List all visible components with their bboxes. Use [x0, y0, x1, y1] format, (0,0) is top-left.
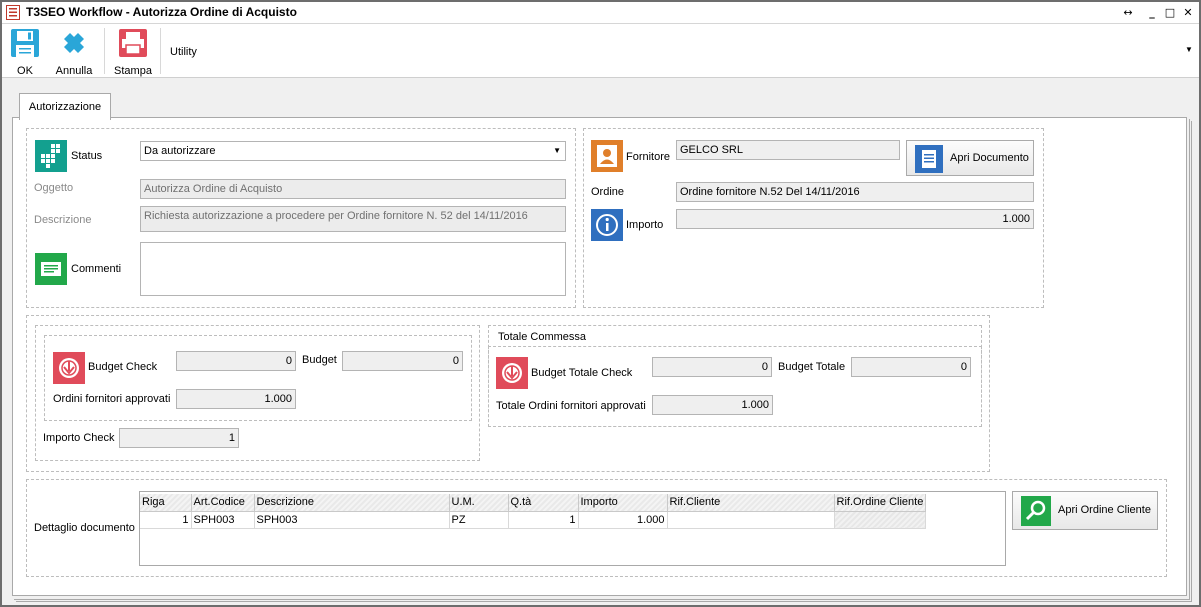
window-title: T3SEO Workflow - Autorizza Ordine di Acq… [26, 5, 297, 19]
column-header[interactable]: U.M. [449, 494, 509, 512]
column-header[interactable]: Rif.Ordine Cliente [834, 494, 927, 512]
budget-totale-check-icon [496, 357, 528, 389]
restore-size-icon[interactable]: ↔ [1120, 5, 1136, 21]
status-grid-icon [35, 140, 67, 172]
status-label: Status [71, 150, 103, 162]
app-icon [6, 5, 20, 20]
budget-check-label: Budget Check [88, 361, 158, 373]
budget-totale-check-field[interactable]: 0 [652, 357, 772, 377]
budget-totale-check-label: Budget Totale Check [531, 367, 633, 379]
cancel-x-icon [64, 33, 84, 53]
annulla-label: Annulla [55, 65, 93, 77]
oggetto-field[interactable]: Autorizza Ordine di Acquisto [140, 179, 566, 199]
save-icon [11, 29, 39, 57]
status-select[interactable]: Da autorizzare ▼ [140, 141, 566, 161]
fornitore-field[interactable]: GELCO SRL [676, 140, 900, 160]
toolbar-separator [104, 28, 105, 74]
ordini-approvati-label: Ordini fornitori approvati [53, 393, 171, 405]
cell-um[interactable]: PZ [449, 511, 509, 529]
column-header[interactable]: Importo [578, 494, 668, 512]
column-header[interactable]: Q.tà [508, 494, 579, 512]
column-header[interactable]: Descrizione [254, 494, 450, 512]
ordini-approvati-field[interactable]: 1.000 [176, 389, 296, 409]
budget-field[interactable]: 0 [342, 351, 463, 371]
importo-field[interactable]: 1.000 [676, 209, 1034, 229]
descrizione-label: Descrizione [34, 214, 92, 226]
toolbar-separator [160, 28, 161, 74]
cell-importo[interactable]: 1.000 [578, 511, 668, 529]
dettaglio-grid[interactable]: Riga Art.Codice Descrizione U.M. Q.tà Im… [139, 491, 1006, 566]
cell-descrizione[interactable]: SPH003 [254, 511, 450, 529]
search-icon [1021, 496, 1051, 526]
toolbar: OK Annulla Stampa Utility ▼ [2, 24, 1199, 78]
apri-documento-label: Apri Documento [950, 152, 1029, 164]
commenti-label: Commenti [71, 263, 122, 275]
apri-ordine-cliente-label: Apri Ordine Cliente [1058, 504, 1151, 516]
ok-button[interactable]: OK [10, 28, 40, 77]
minimize-button[interactable]: _ [1144, 5, 1160, 21]
column-header[interactable]: Riga [140, 494, 192, 512]
oggetto-label: Oggetto [34, 182, 74, 194]
dettaglio-table: Riga Art.Codice Descrizione U.M. Q.tà Im… [140, 494, 927, 529]
totale-commessa-title: Totale Commessa [498, 331, 587, 343]
budget-totale-label: Budget Totale [778, 361, 846, 373]
importo-check-field[interactable]: 1 [119, 428, 239, 448]
apri-documento-button[interactable]: Apri Documento [906, 140, 1034, 176]
ok-label: OK [17, 65, 33, 77]
table-header-row: Riga Art.Codice Descrizione U.M. Q.tà Im… [140, 494, 927, 512]
status-value: Da autorizzare [144, 145, 216, 157]
budget-check-field[interactable]: 0 [176, 351, 296, 371]
ordine-label: Ordine [591, 186, 625, 198]
stampa-button[interactable]: Stampa [113, 28, 153, 77]
budget-totale-field[interactable]: 0 [851, 357, 971, 377]
cell-art-codice[interactable]: SPH003 [191, 511, 255, 529]
chevron-down-icon[interactable]: ▼ [553, 142, 561, 160]
column-header[interactable]: Rif.Cliente [667, 494, 835, 512]
annulla-button[interactable]: Annulla [55, 28, 93, 77]
chevron-down-icon[interactable]: ▼ [1185, 45, 1193, 54]
printer-icon [119, 29, 147, 57]
comment-icon [35, 253, 67, 285]
cell-qta[interactable]: 1 [508, 511, 579, 529]
cell-riga[interactable]: 1 [140, 511, 192, 529]
stampa-label: Stampa [114, 65, 152, 77]
cell-rif-cliente[interactable] [667, 511, 835, 529]
fornitore-label: Fornitore [626, 151, 671, 163]
importo-check-label: Importo Check [43, 432, 115, 444]
utility-menu[interactable]: Utility [170, 46, 197, 58]
table-row[interactable]: 1 SPH003 SPH003 PZ 1 1.000 [140, 511, 927, 529]
totale-ordini-field[interactable]: 1.000 [652, 395, 773, 415]
descrizione-field[interactable]: Richiesta autorizzazione a procedere per… [140, 206, 566, 232]
info-icon [591, 209, 623, 241]
ordine-field[interactable]: Ordine fornitore N.52 Del 14/11/2016 [676, 182, 1034, 202]
maximize-button[interactable]: □ [1162, 5, 1178, 21]
supplier-person-icon [591, 140, 623, 172]
totale-ordini-label: Totale Ordini fornitori approvati [496, 400, 646, 412]
cell-rif-ordine-cliente[interactable] [834, 511, 927, 529]
tab-autorizzazione[interactable]: Autorizzazione [19, 93, 111, 120]
budget-label: Budget [302, 354, 337, 366]
dettaglio-label: Dettaglio documento [34, 522, 135, 534]
column-header[interactable]: Art.Codice [191, 494, 255, 512]
title-bar: T3SEO Workflow - Autorizza Ordine di Acq… [2, 2, 1199, 24]
document-icon [915, 145, 943, 173]
commenti-textarea[interactable] [140, 242, 566, 296]
apri-ordine-cliente-button[interactable]: Apri Ordine Cliente [1012, 491, 1158, 530]
importo-label: Importo [626, 219, 664, 231]
budget-check-icon [53, 352, 85, 384]
close-button[interactable]: ✕ [1180, 5, 1196, 21]
